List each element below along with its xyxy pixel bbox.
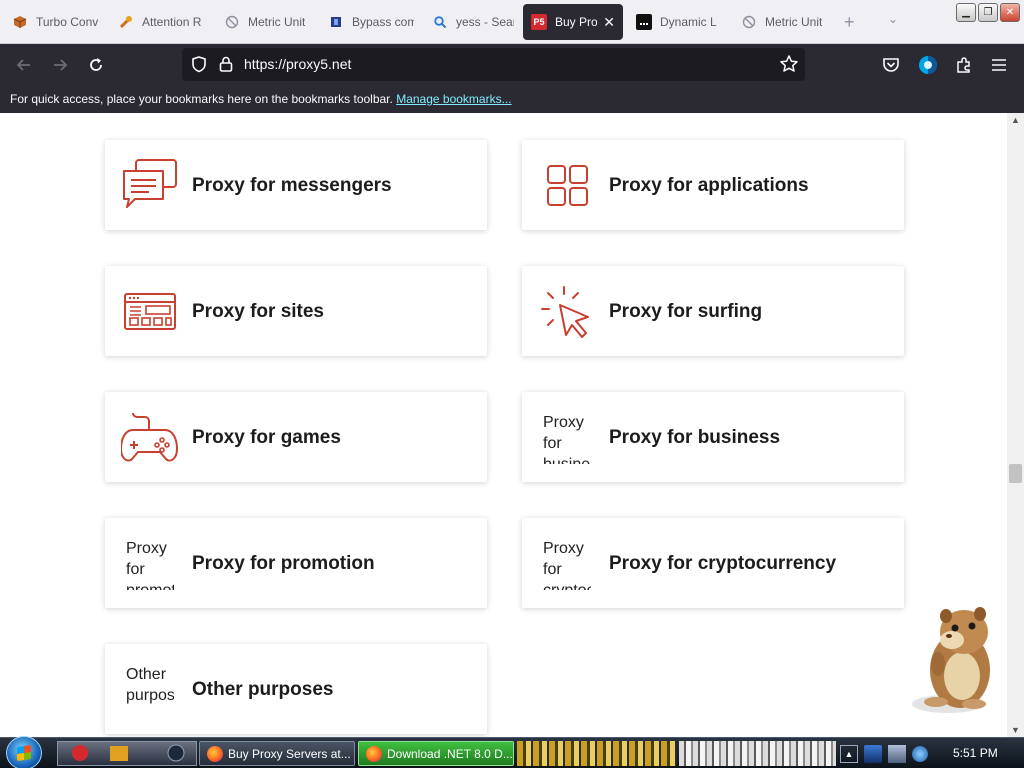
card-title: Proxy for promotion xyxy=(192,553,375,574)
card-sites[interactable]: Proxy for sites xyxy=(105,266,487,356)
os-taskbar: Buy Proxy Servers at... Download .NET 8.… xyxy=(0,736,1024,768)
hamster-mascot-icon xyxy=(912,607,990,713)
close-window-button[interactable]: ✕ xyxy=(1000,3,1020,22)
card-games[interactable]: Proxy for games xyxy=(105,392,487,482)
broken-image-alt-text: Proxy for business xyxy=(543,414,591,464)
address-bar[interactable]: https://proxy5.net xyxy=(182,48,805,81)
p5-icon: P5 xyxy=(531,14,547,30)
grid-icon xyxy=(547,165,588,206)
ban-icon xyxy=(741,14,757,30)
new-tab-button[interactable]: + xyxy=(844,12,855,33)
security-shield-icon[interactable] xyxy=(864,744,882,763)
network-icon[interactable] xyxy=(888,744,906,763)
firefox-icon xyxy=(207,746,223,762)
close-tab-icon[interactable]: ✕ xyxy=(603,14,615,31)
reload-icon xyxy=(90,58,102,71)
card-title: Proxy for surfing xyxy=(609,301,763,322)
lock-icon[interactable] xyxy=(218,55,234,78)
card-title: Other purposes xyxy=(192,679,334,700)
scroll-up-icon[interactable]: ▲ xyxy=(1011,115,1020,125)
page-content: Proxy for messengers Proxy for applicati… xyxy=(0,113,1007,737)
star-icon[interactable] xyxy=(779,54,799,79)
firefox-icon xyxy=(366,746,382,762)
card-title: Proxy for cryptocurrency xyxy=(609,553,837,574)
card-messengers[interactable]: Proxy for messengers xyxy=(105,140,487,230)
back-button[interactable] xyxy=(12,53,36,77)
tab-3[interactable]: Metric Unit xyxy=(216,4,318,40)
tools-icon xyxy=(118,14,134,30)
forward-button[interactable] xyxy=(48,53,72,77)
taskbar-group-2[interactable] xyxy=(517,741,677,766)
bookmarks-hint: For quick access, place your bookmarks h… xyxy=(10,92,393,106)
window-controls: ▁ ❐ ✕ xyxy=(956,3,1020,22)
tab-4[interactable]: Bypass com xyxy=(320,4,422,40)
start-button[interactable] xyxy=(6,736,42,768)
tab-1[interactable]: Turbo Conv xyxy=(4,4,108,40)
arrow-left-icon xyxy=(16,59,30,71)
tab-strip: Turbo Conv Attention R Metric Unit Bypas… xyxy=(0,0,1024,44)
cursor-click-icon xyxy=(541,286,589,338)
tab-7[interactable]: Dynamic L xyxy=(628,4,728,40)
scroll-down-icon[interactable]: ▼ xyxy=(1011,725,1020,735)
tab-8[interactable]: Metric Unit xyxy=(733,4,833,40)
app-icon xyxy=(636,14,652,30)
tab-active[interactable]: P5 Buy Prox ✕ xyxy=(523,4,623,40)
card-title: Proxy for business xyxy=(609,427,781,448)
broken-image-alt-text: Proxy for promotion xyxy=(126,540,174,590)
chevron-down-icon[interactable]: ⌄ xyxy=(888,12,898,26)
taskbar-download-task[interactable]: Download .NET 8.0 D... xyxy=(358,741,514,766)
system-tray: ▲ xyxy=(840,741,928,766)
card-cryptocurrency[interactable]: Proxy for cryptocurrency Proxy for crypt… xyxy=(522,518,904,608)
minimize-button[interactable]: ▁ xyxy=(956,3,976,22)
card-title: Proxy for sites xyxy=(192,301,324,322)
taskbar-clock[interactable]: 5:51 PM xyxy=(953,746,998,760)
broken-image-alt-text: Other purposes xyxy=(126,666,174,704)
taskbar-group-1[interactable] xyxy=(57,741,197,766)
taskbar-thumbnails-icon xyxy=(72,744,185,762)
restore-button[interactable]: ❐ xyxy=(978,3,998,22)
vertical-scrollbar[interactable]: ▲ ▼ xyxy=(1007,113,1024,737)
taskbar-firefox-task[interactable]: Buy Proxy Servers at... xyxy=(199,741,355,766)
tab-2[interactable]: Attention R xyxy=(110,4,214,40)
shield-icon[interactable] xyxy=(190,55,208,78)
scroll-thumb[interactable] xyxy=(1009,464,1022,483)
card-title: Proxy for applications xyxy=(609,175,809,196)
account-icon[interactable] xyxy=(917,54,939,76)
box-icon xyxy=(12,14,28,30)
url-text[interactable]: https://proxy5.net xyxy=(244,56,351,72)
chat-bubbles-icon xyxy=(123,159,177,208)
card-business[interactable]: Proxy for business Proxy for business xyxy=(522,392,904,482)
bookmarks-toolbar: For quick access, place your bookmarks h… xyxy=(0,86,1024,113)
gamepad-icon xyxy=(121,412,178,462)
arrow-right-icon xyxy=(54,59,68,71)
reload-button[interactable] xyxy=(84,53,108,77)
card-surfing[interactable]: Proxy for surfing xyxy=(522,266,904,356)
manage-bookmarks-link[interactable]: Manage bookmarks... xyxy=(396,92,511,106)
extensions-icon[interactable] xyxy=(953,54,975,76)
bookmark-icon xyxy=(328,14,344,30)
card-other[interactable]: Other purposes Other purposes xyxy=(105,644,487,734)
menu-icon[interactable] xyxy=(988,54,1010,76)
card-title: Proxy for games xyxy=(192,427,341,448)
card-title: Proxy for messengers xyxy=(192,175,392,196)
tray-expand-icon[interactable]: ▲ xyxy=(840,744,858,763)
volume-icon[interactable] xyxy=(912,745,928,762)
pocket-icon[interactable] xyxy=(880,54,902,76)
broken-image-alt-text: Proxy for cryptocurrency xyxy=(543,540,591,590)
card-applications[interactable]: Proxy for applications xyxy=(522,140,904,230)
nav-bar: https://proxy5.net xyxy=(0,44,1024,86)
search-icon xyxy=(432,14,448,30)
card-promotion[interactable]: Proxy for promotion Proxy for promotion xyxy=(105,518,487,608)
tab-5[interactable]: yess - Sear xyxy=(424,4,522,40)
ban-icon xyxy=(224,14,240,30)
taskbar-group-3[interactable] xyxy=(679,741,836,766)
website-icon xyxy=(124,293,176,330)
